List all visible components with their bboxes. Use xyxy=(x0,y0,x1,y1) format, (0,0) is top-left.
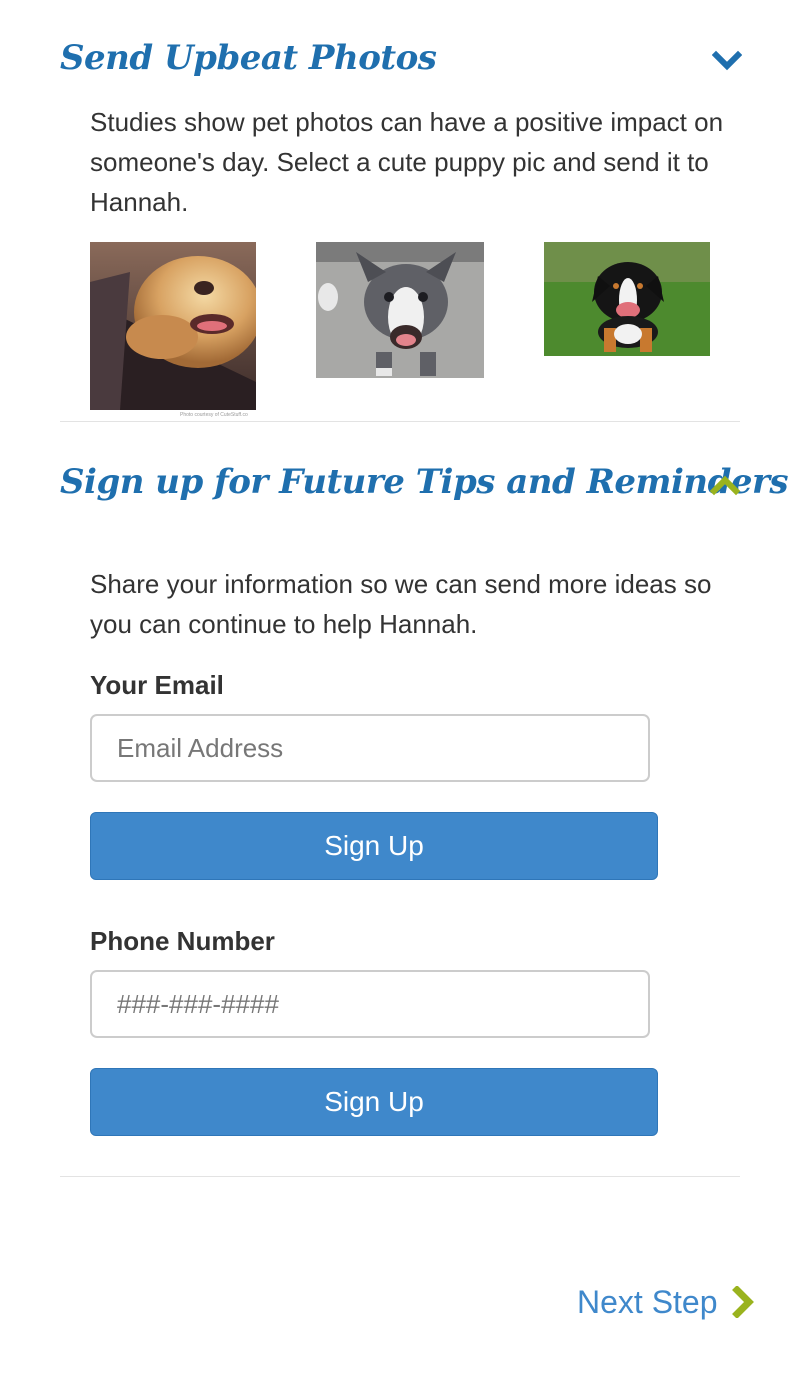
chevron-down-icon[interactable] xyxy=(712,50,742,72)
section-divider xyxy=(60,421,740,422)
chevron-up-icon[interactable] xyxy=(710,474,740,496)
puppy-photo-grey[interactable] xyxy=(316,242,484,378)
next-step-label: Next Step xyxy=(577,1283,718,1320)
photos-section-title[interactable]: Send Upbeat Photos xyxy=(60,38,437,78)
phone-input[interactable] xyxy=(90,970,650,1038)
phone-sign-up-button[interactable]: Sign Up xyxy=(90,1068,658,1136)
section-divider xyxy=(60,1176,740,1177)
page: Send Upbeat Photos Studies show pet phot… xyxy=(0,0,794,1378)
puppy-photo-golden[interactable]: Photo courtesy of CuteStuff.co xyxy=(90,242,256,418)
email-input[interactable] xyxy=(90,714,650,782)
puppy-photo-bernese[interactable] xyxy=(544,242,710,356)
chevron-right-icon xyxy=(731,1286,754,1318)
signup-description: Share your information so we can send mo… xyxy=(90,569,712,639)
email-label: Your Email xyxy=(90,670,224,700)
next-step-link[interactable]: Next Step xyxy=(577,1280,756,1324)
email-sign-up-button[interactable]: Sign Up xyxy=(90,812,658,880)
signup-section-title[interactable]: Sign up for Future Tips and Reminders xyxy=(60,462,789,502)
phone-label: Phone Number xyxy=(90,926,275,956)
photo-caption: Photo courtesy of CuteStuff.co xyxy=(180,412,248,418)
photos-description: Studies show pet photos can have a posit… xyxy=(90,107,724,217)
